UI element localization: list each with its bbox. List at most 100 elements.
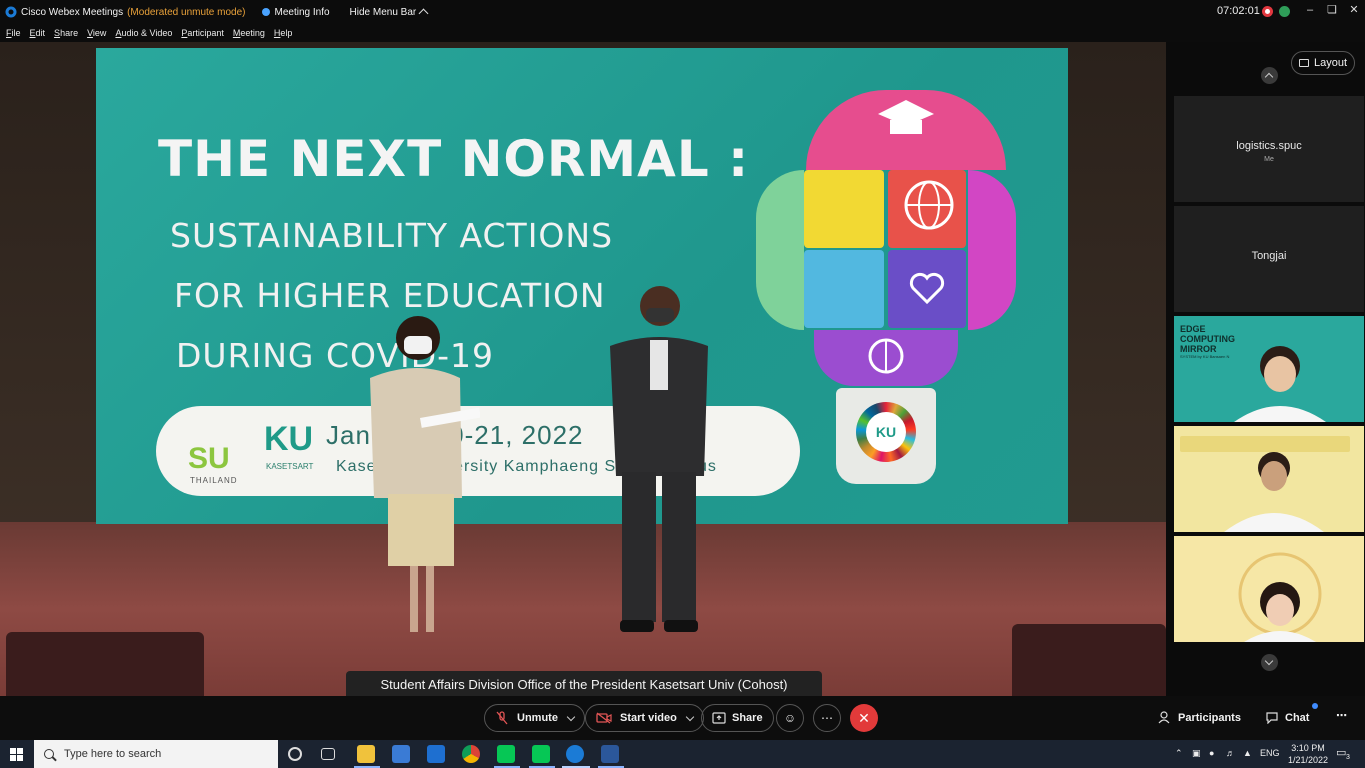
scroll-up-button[interactable] [1261,67,1278,84]
video-tile-tongjai[interactable]: Tongjai [1174,206,1364,312]
smiley-icon: ☺ [783,711,797,725]
cortana-icon[interactable] [288,747,302,761]
line-icon-2[interactable] [532,745,550,763]
shield-icon [261,8,270,16]
search-placeholder: Type here to search [64,748,162,760]
taskbar-date: 1/21/2022 [1287,755,1329,765]
menu-audio-video[interactable]: Audio & Video [115,28,172,38]
video-tile-edge-computing[interactable]: EDGE COMPUTING MIRROR SYSTEM by KU Bansa… [1174,316,1364,422]
reactions-button[interactable]: ☺ [776,704,804,732]
file-explorer-icon[interactable] [357,745,375,763]
more-options-button[interactable]: ⋯ [813,704,841,732]
webex-taskbar-icon[interactable] [566,745,584,763]
participants-button[interactable]: Participants [1158,711,1241,724]
line-icon[interactable] [497,745,515,763]
layout-label: Layout [1313,57,1348,69]
participant-video [1238,552,1322,642]
tray-speaker-icon[interactable]: ♬ [1226,748,1235,758]
hide-menu-bar-button[interactable]: Hide Menu Bar [350,7,429,19]
puzzle-piece-magenta [968,170,1016,330]
webex-logo-icon [5,6,17,18]
network-health-icon[interactable] [1279,6,1290,17]
record-icon[interactable] [1262,6,1273,17]
more-icon: ⋯ [821,711,833,725]
share-label: Share [732,712,763,724]
share-button[interactable]: Share [701,704,774,732]
chat-button[interactable]: Chat [1265,711,1309,724]
slide-line-1: SUSTAINABILITY ACTIONS [170,216,614,255]
menu-meeting[interactable]: Meeting [233,28,265,38]
su-thailand-logo: SU [188,442,230,475]
meeting-info-button[interactable]: Meeting Info [261,7,330,18]
meeting-timer: 07:02:01 [1217,5,1260,17]
task-view-icon[interactable] [321,748,335,760]
chevron-up-icon [418,8,429,19]
title-bar: Cisco Webex Meetings (Moderated unmute m… [0,0,1365,24]
video-tile-participant-5[interactable] [1174,536,1364,642]
unmute-label: Unmute [517,712,558,724]
more-icon: ⋯ [1336,710,1347,722]
taskbar-time: 3:10 PM [1291,743,1325,753]
windows-start-icon[interactable] [10,748,23,761]
main-video-stage[interactable]: THE NEXT NORMAL : SUSTAINABILITY ACTIONS… [0,42,1166,696]
taskbar-clock[interactable]: 3:10 PM 1/21/2022 [1283,742,1333,766]
su-thailand-sub: THAILAND [190,476,238,485]
video-off-icon [596,712,612,724]
notification-center-icon[interactable]: ▭ [1336,746,1346,759]
share-icon [712,712,726,724]
layout-button[interactable]: Layout [1291,51,1355,75]
moderated-mode-label: (Moderated unmute mode) [127,6,246,18]
windows-taskbar: Type here to search ⌃ ▣ ● ♬ ▲ ENG ▭ 3 [0,740,1365,768]
presentation-screen: THE NEXT NORMAL : SUSTAINABILITY ACTIONS… [96,48,1068,524]
start-video-label: Start video [620,712,677,724]
tile-name: logistics.spuc [1236,140,1302,152]
mail-icon[interactable] [427,745,445,763]
close-icon[interactable]: ✕ [1340,2,1365,20]
taskbar-search-box[interactable]: Type here to search [34,740,278,768]
start-video-button[interactable]: Start video [585,704,704,732]
menu-participant[interactable]: Participant [181,28,224,38]
notification-count: 3 [1346,754,1350,761]
menu-bar: File Edit Share View Audio & Video Parti… [0,24,1365,42]
tray-chevron-up-icon[interactable]: ⌃ [1175,748,1183,759]
tile-name: Tongjai [1251,250,1287,262]
participant-video [1224,452,1324,532]
leave-meeting-button[interactable]: ✕ [850,704,878,732]
participants-label: Participants [1178,711,1241,724]
tray-meeting-icon[interactable]: ▣ [1192,748,1201,759]
scroll-down-button[interactable] [1261,654,1278,671]
menu-edit[interactable]: Edit [30,28,46,38]
graduation-cap-icon [878,100,934,134]
menu-view[interactable]: View [87,28,106,38]
microphone-muted-icon [496,711,508,725]
tray-microphone-icon[interactable]: ● [1209,748,1214,758]
search-icon [44,749,54,759]
puzzle-piece-green [756,170,804,330]
chevron-down-icon[interactable] [685,712,695,721]
tile-sub: Me [1264,156,1274,163]
layout-icon [1298,59,1309,67]
chrome-icon[interactable] [462,745,480,763]
tray-language[interactable]: ENG [1260,748,1280,758]
slide-title: THE NEXT NORMAL : [158,130,750,188]
video-tile-me[interactable]: logistics.spuc Me [1174,96,1364,202]
menu-share[interactable]: Share [54,28,78,38]
sdg-ku-badge: KU [866,412,906,452]
chevron-down-icon[interactable] [566,712,576,721]
ku-logo-sub: KASETSART [266,462,314,471]
tray-network-icon[interactable]: ▲ [1243,748,1252,758]
menu-help[interactable]: Help [274,28,293,38]
unmute-button[interactable]: Unmute [484,704,585,732]
word-icon[interactable] [601,745,619,763]
active-speaker-label: Student Affairs Division Office of the P… [346,671,822,698]
lightbulb-puzzle-graphic: KU [756,90,1018,490]
video-tile-participant-4[interactable] [1174,426,1364,532]
presenter-woman [370,316,480,632]
menu-file[interactable]: File [6,28,21,38]
puzzle-piece-blue [804,250,884,328]
panel-options-button[interactable]: ⋯ [1336,709,1347,722]
microsoft-store-icon[interactable] [392,745,410,763]
globe-icon [904,180,954,230]
auditorium-seat-right [1012,624,1166,696]
app-title: Cisco Webex Meetings [21,6,124,18]
